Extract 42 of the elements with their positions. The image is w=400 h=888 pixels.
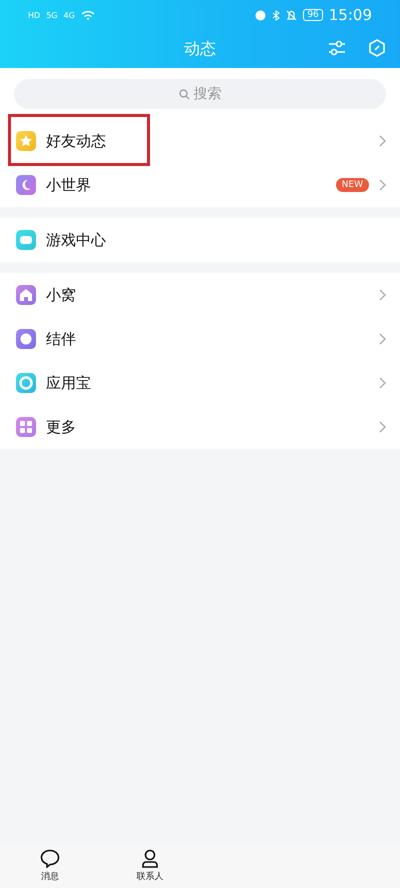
house-icon: [16, 285, 36, 305]
menu-label: 好友动态: [46, 132, 107, 150]
status-text: 5G: [46, 10, 58, 20]
hexagon-icon[interactable]: [368, 39, 386, 57]
page-title: 动态: [184, 38, 216, 60]
speech-bubble-icon: [40, 849, 60, 868]
person-icon: [141, 849, 159, 868]
search-placeholder: 搜索: [194, 85, 222, 103]
status-text: 4G: [63, 10, 75, 20]
bell-off-icon: [286, 10, 298, 20]
menu-row[interactable]: 应用宝: [0, 361, 400, 405]
crescent-icon: [16, 175, 36, 195]
chevron-right-icon: [379, 421, 386, 433]
menu-row[interactable]: 好友动态: [0, 119, 400, 163]
status-time: 15:09: [328, 6, 372, 24]
tab-item[interactable]: 联系人: [100, 844, 200, 888]
menu-label: 结伴: [46, 330, 77, 348]
chevron-right-icon: [379, 289, 386, 301]
menu-row[interactable]: 更多: [0, 405, 400, 449]
menu-label: 游戏中心: [46, 230, 107, 250]
ring-icon: [16, 373, 36, 393]
menu-label: 小窝: [46, 286, 77, 304]
menu-label: 小世界: [46, 176, 92, 194]
chevron-right-icon: [379, 179, 386, 191]
menu-row[interactable]: 小窝: [0, 273, 400, 317]
menu-row[interactable]: 游戏中心: [0, 218, 400, 262]
tab-item[interactable]: 消息: [0, 844, 100, 888]
menu-row[interactable]: 结伴: [0, 317, 400, 361]
battery-level: 96: [303, 9, 323, 21]
menu-label: 更多: [46, 418, 77, 436]
chevron-right-icon: [379, 135, 386, 147]
status-text: HD: [28, 10, 40, 20]
chevron-right-icon: [379, 377, 386, 389]
bluetooth-icon: [272, 10, 280, 20]
menu-row[interactable]: 小世界 NEW: [0, 163, 400, 207]
chevron-right-icon: [379, 333, 386, 345]
search-icon: [178, 88, 190, 100]
wifi-icon: [80, 10, 95, 20]
sliders-icon[interactable]: [328, 39, 346, 57]
menu-label: 应用宝: [46, 374, 92, 392]
grid-icon: [16, 417, 36, 437]
new-badge: NEW: [336, 178, 369, 192]
